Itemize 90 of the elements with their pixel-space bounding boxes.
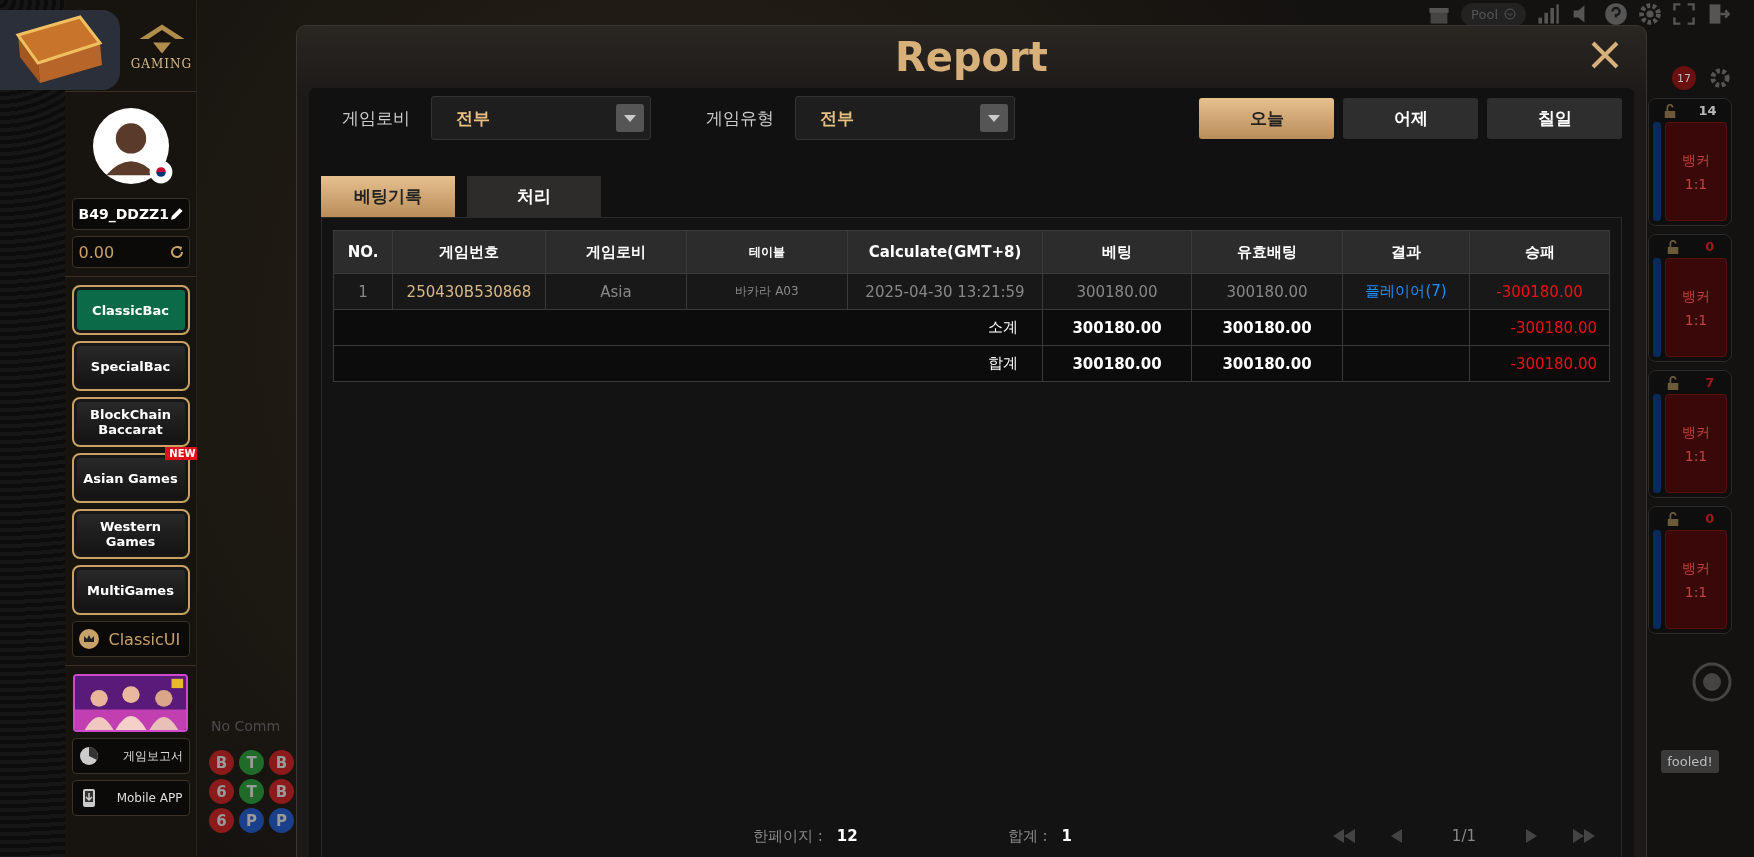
chat-message: fooled! [1661, 750, 1719, 773]
game-menu-button[interactable]: BlockChain Baccarat [71, 397, 190, 447]
bead-result: B [209, 750, 234, 775]
username-field[interactable]: B49_DDZZ1 [71, 198, 190, 230]
bead-result: T [239, 779, 264, 804]
date-range-button[interactable]: 오늘 [1199, 97, 1334, 139]
close-icon[interactable] [1590, 40, 1620, 70]
table-cell: -300180.00 [1469, 273, 1610, 310]
settings-icon[interactable] [1708, 66, 1732, 90]
unlock-icon [1663, 103, 1678, 118]
signal-icon[interactable] [1536, 2, 1560, 26]
table-cell: 300180.00 [1042, 273, 1192, 310]
table-cell: 300180.00 [1191, 273, 1343, 310]
total-value: 1 [1061, 827, 1072, 845]
summary-label: 합계 [333, 345, 1043, 382]
player-count: 7 [1705, 375, 1715, 390]
flag-icon [148, 160, 173, 184]
column-header: 게임로비 [545, 230, 687, 274]
table-cell: 300180.00 [1042, 345, 1192, 382]
table-cell: -300180.00 [1469, 309, 1610, 346]
game-menu-button[interactable]: SpecialBac [71, 341, 190, 391]
column-header: 테이블 [686, 230, 848, 274]
column-header: Calculate(GMT+8) [847, 230, 1043, 274]
column-header: NO. [333, 230, 393, 274]
table-cell: 1 [333, 273, 393, 310]
game-menu-button[interactable]: Western Games [71, 509, 190, 559]
date-range-button[interactable]: 어제 [1343, 97, 1478, 139]
table-cell: 바카라 A03 [686, 273, 848, 310]
unlock-icon [1665, 375, 1680, 390]
fullscreen-icon[interactable] [1672, 2, 1696, 26]
column-header: 게임번호 [392, 230, 546, 274]
table-cell: 250430B530868 [392, 273, 546, 310]
new-badge: NEW [165, 447, 200, 460]
balance-field: 0.00 [71, 236, 190, 268]
bead-result: B [269, 750, 294, 775]
settings-icon[interactable] [1638, 2, 1662, 26]
total-label: 합계 : [1007, 826, 1048, 846]
table-cell: Asia [545, 273, 687, 310]
game-menu-button[interactable]: ClassicBac [71, 285, 190, 335]
bead-result: P [239, 808, 264, 833]
page-size-label: 한페이지 : [753, 826, 823, 846]
dialog-title: Report [895, 34, 1048, 80]
page-size-value: 12 [836, 827, 858, 845]
table-cell: -300180.00 [1469, 345, 1610, 382]
pie-chart-icon [78, 746, 99, 766]
player-count: 14 [1698, 103, 1717, 118]
table-cell: 300180.00 [1191, 345, 1343, 382]
filter-dropdown[interactable]: 전부 [431, 96, 651, 140]
refresh-icon[interactable] [168, 244, 185, 260]
page-indicator: 1/1 [1451, 827, 1476, 845]
bead-result: T [239, 750, 264, 775]
report-tab[interactable]: 처리 [467, 176, 601, 217]
table-cell: 2025-04-30 13:21:59 [847, 273, 1043, 310]
game-menu-button[interactable]: MultiGames [71, 565, 190, 615]
table-cell: 300180.00 [1191, 309, 1343, 346]
date-range-button[interactable]: 칠일 [1487, 97, 1622, 139]
chip-icon[interactable] [1692, 662, 1732, 702]
game-report-button[interactable]: 게임보고서 [71, 738, 190, 774]
avatar[interactable] [92, 108, 169, 184]
column-header: 베팅 [1042, 230, 1192, 274]
bead-result: 6 [209, 779, 234, 804]
unlock-icon [1665, 511, 1680, 526]
notification-badge[interactable]: 17 [1672, 66, 1696, 90]
column-header: 유효배팅 [1191, 230, 1343, 274]
bead-result: P [269, 808, 294, 833]
filter-label: 게임로비 [341, 106, 411, 130]
first-page-icon[interactable] [1331, 828, 1356, 844]
bead-result: B [269, 779, 294, 804]
brand-name: GAMING [130, 56, 192, 71]
player-count: 0 [1705, 239, 1715, 254]
no-commission-label: No Comm [211, 718, 281, 734]
filter-label: 게임유형 [705, 106, 775, 130]
summary-label: 소계 [333, 309, 1043, 346]
chest-panel[interactable] [0, 10, 120, 90]
mobile-app-button[interactable]: Mobile APP [71, 780, 190, 816]
help-icon[interactable] [1604, 2, 1628, 26]
column-header: 결과 [1342, 230, 1470, 274]
table-cell: 300180.00 [1042, 309, 1192, 346]
filter-dropdown[interactable]: 전부 [795, 96, 1015, 140]
last-page-icon[interactable] [1572, 828, 1596, 844]
crown-icon [78, 629, 99, 649]
column-header: 승패 [1469, 230, 1610, 274]
player-count: 0 [1705, 511, 1715, 526]
classic-ui-button[interactable]: ClassicUI [71, 621, 190, 657]
unlock-icon [1665, 239, 1680, 254]
report-tab[interactable]: 베팅기록 [321, 176, 455, 217]
pencil-icon[interactable] [168, 206, 185, 222]
bead-result: 6 [209, 808, 234, 833]
chevron-icon [1504, 8, 1516, 20]
result-link[interactable]: 플레이어(7) [1342, 273, 1470, 310]
